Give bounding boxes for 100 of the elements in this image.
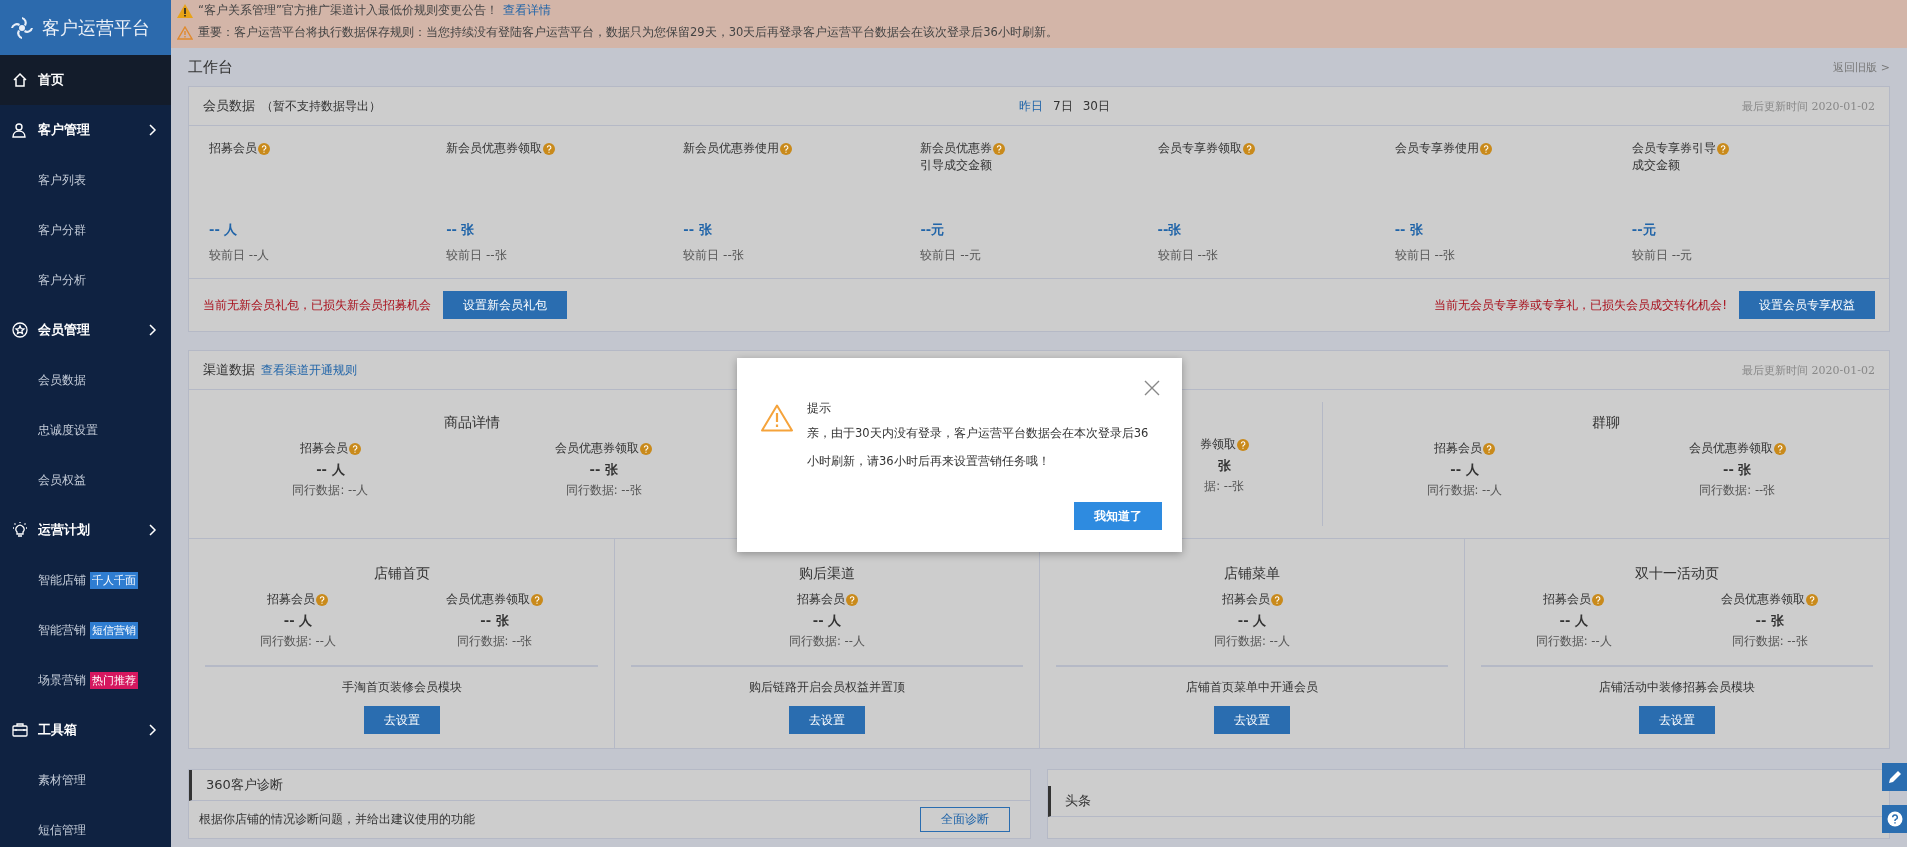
rules-link[interactable]: 查看渠道开通规则 <box>261 361 357 379</box>
setup-button[interactable]: 去设置 <box>1214 706 1290 734</box>
nav-subitem[interactable]: 短信管理 <box>38 821 86 839</box>
metric-value: -- 张 <box>1755 612 1784 630</box>
diagnose-button[interactable]: 全面诊断 <box>920 807 1010 832</box>
nav-item[interactable]: 会员管理 <box>0 305 171 355</box>
setup-button[interactable]: 去设置 <box>789 706 865 734</box>
help-icon[interactable] <box>1479 142 1492 155</box>
help-button[interactable] <box>1882 805 1907 833</box>
confirm-button[interactable]: 我知道了 <box>1074 502 1162 530</box>
nav-subitem[interactable]: 场景营销 <box>38 671 86 689</box>
help-icon <box>1886 811 1903 827</box>
setup-button[interactable]: 去设置 <box>1639 706 1715 734</box>
nav-subitem[interactable]: 会员数据 <box>38 371 86 389</box>
metric-label: 招募会员 <box>1221 591 1270 608</box>
star-icon <box>12 322 28 338</box>
nav-item[interactable]: 工具箱 <box>0 705 171 755</box>
help-icon[interactable] <box>1716 142 1729 155</box>
help-icon[interactable] <box>316 593 329 606</box>
metric-compare: 较前日 --元 <box>920 247 981 264</box>
nav-subitem[interactable]: 客户分群 <box>38 221 86 239</box>
help-icon[interactable] <box>1242 142 1255 155</box>
app-title: 客户运营平台 <box>42 15 150 40</box>
help-icon[interactable] <box>993 142 1006 155</box>
update-time: 最后更新时间 2020-01-02 <box>1742 362 1875 378</box>
help-icon[interactable] <box>1482 442 1495 455</box>
help-icon[interactable] <box>640 442 653 455</box>
nav-item[interactable]: 客户管理 <box>0 105 171 155</box>
metric-label: 招募会员 <box>796 591 845 608</box>
metric-label: 会员优惠券领取 <box>555 440 640 457</box>
range-tab[interactable]: 7日 <box>1053 97 1073 115</box>
card-title: 渠道数据 <box>203 361 255 379</box>
metric-value: -- 人 <box>1237 612 1267 630</box>
warning-icon <box>177 3 193 18</box>
metric-label: 会员专享券引导 <box>1631 140 1716 157</box>
setup-button[interactable]: 去设置 <box>363 706 440 734</box>
edit-button[interactable] <box>1882 763 1907 791</box>
card-title: 360客户诊断 <box>206 776 283 794</box>
action-text: 手淘首页装修会员模块 <box>341 679 462 696</box>
metric-label: 会员优惠券领取 <box>1721 591 1806 608</box>
metric-label: 会员专享券使用 <box>1394 140 1479 157</box>
section-title: 商品详情 <box>444 414 501 432</box>
peer-data: 同行数据: --人 <box>1535 634 1612 649</box>
peer-data: 同行数据: --张 <box>1731 634 1808 649</box>
peer-data: 同行数据: --人 <box>260 634 336 649</box>
metric-label: 新会员优惠券领取 <box>446 140 543 157</box>
section-title: 群聊 <box>1592 414 1621 432</box>
peer-data: 同行数据: --人 <box>1426 483 1503 498</box>
help-icon[interactable] <box>530 593 543 606</box>
peer-data: 同行数据: --张 <box>565 483 642 498</box>
setup-button[interactable]: 设置会员专享权益 <box>1739 291 1875 319</box>
peer-data: 同行数据: --人 <box>292 483 369 498</box>
action-text: 店铺首页菜单中开通会员 <box>1186 679 1318 696</box>
section-title: 店铺菜单 <box>1224 565 1280 583</box>
nav-subitem[interactable]: 智能店铺 <box>38 571 86 589</box>
peer-data: 同行数据: --人 <box>789 634 865 649</box>
metric-value: -- 张 <box>683 221 712 239</box>
peer-data: 同行数据: --张 <box>1699 483 1776 498</box>
help-icon[interactable] <box>1236 438 1249 451</box>
metric-value: -- 张 <box>1723 461 1752 479</box>
help-icon[interactable] <box>1592 593 1605 606</box>
help-icon[interactable] <box>543 142 556 155</box>
action-text: 购后链路开启会员权益并置顶 <box>749 679 905 696</box>
chevron-icon <box>149 324 157 336</box>
peer-data: 同行数据: --张 <box>456 634 533 649</box>
peer-data: 据: --张 <box>1204 479 1245 494</box>
nav-item[interactable]: 运营计划 <box>0 505 171 555</box>
home-icon <box>12 72 28 88</box>
toolbox-icon <box>12 722 28 738</box>
tag: 短信营销 <box>90 621 138 639</box>
close-icon[interactable] <box>1144 380 1160 396</box>
metric-value: -- 人 <box>316 461 345 479</box>
help-icon[interactable] <box>1806 593 1819 606</box>
help-icon[interactable] <box>1773 442 1786 455</box>
nav-subitem[interactable]: 客户列表 <box>38 171 86 189</box>
setup-button[interactable]: 设置新会员礼包 <box>443 291 567 319</box>
metric-label: 招募会员 <box>267 591 316 608</box>
metric-value: -- 人 <box>1559 612 1588 630</box>
chevron-icon <box>149 524 157 536</box>
nav-subitem[interactable]: 素材管理 <box>38 771 86 789</box>
help-icon[interactable] <box>780 142 793 155</box>
metric-label: 引导成交金额 <box>920 157 993 174</box>
section-title: 双十一活动页 <box>1635 565 1719 583</box>
range-tab[interactable]: 昨日 <box>1019 97 1043 115</box>
nav-subitem[interactable]: 客户分析 <box>38 271 86 289</box>
metric-value: -- 张 <box>480 612 509 630</box>
nav-subitem[interactable]: 会员权益 <box>38 471 86 489</box>
nav-item[interactable]: 首页 <box>0 55 171 105</box>
nav-subitem[interactable]: 忠诚度设置 <box>38 421 98 439</box>
range-tab[interactable]: 30日 <box>1082 97 1110 115</box>
pencil-icon <box>1886 769 1903 785</box>
help-icon[interactable] <box>845 593 858 606</box>
help-icon[interactable] <box>258 142 270 155</box>
metric-value: -- 张 <box>1394 221 1424 239</box>
metric-value: 张 <box>1217 457 1231 475</box>
card-title: 头条 <box>1065 792 1091 810</box>
metric-value: --张 <box>1157 221 1182 239</box>
nav-subitem[interactable]: 智能营销 <box>38 621 86 639</box>
help-icon[interactable] <box>348 442 361 455</box>
help-icon[interactable] <box>1270 593 1283 606</box>
